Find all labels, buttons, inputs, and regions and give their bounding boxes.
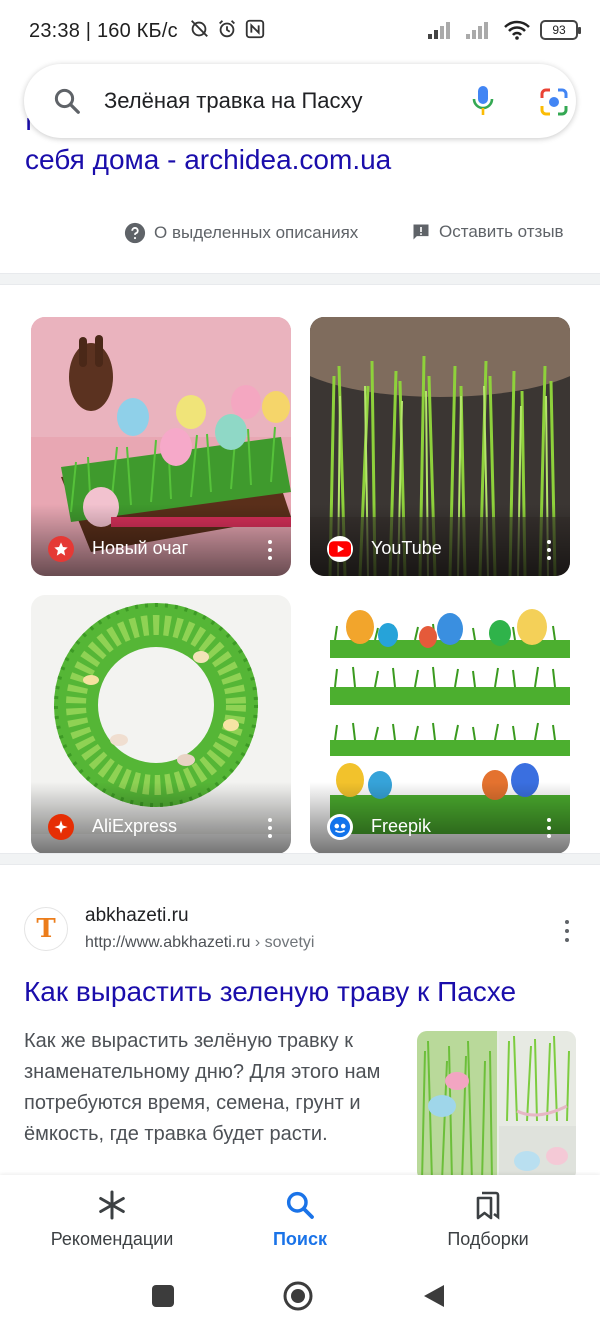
nav-recommendations-label: Рекомендации [50, 1229, 174, 1249]
home-icon[interactable] [282, 1280, 314, 1312]
status-icons-right: 93 [428, 20, 581, 40]
image-result-card[interactable]: Новый очаг [31, 317, 291, 576]
result-thumbnail[interactable] [417, 1031, 576, 1181]
image-source-label: Новый очаг [92, 538, 189, 558]
alarm-icon [219, 20, 235, 38]
section-divider [0, 853, 600, 865]
result-url[interactable]: http://www.abkhazeti.ru › sovetyi [85, 934, 314, 952]
search-input[interactable]: Зелёная травка на Пасху [104, 88, 363, 114]
more-options-icon[interactable] [546, 540, 552, 560]
more-options-icon[interactable] [267, 540, 273, 560]
feedback-icon [413, 224, 429, 240]
grass-eggs-thumbnail-image [417, 1031, 576, 1181]
recent-apps-icon[interactable] [151, 1284, 175, 1308]
help-icon [124, 222, 146, 244]
status-time: 23:38 | 160 КБ/с [29, 20, 178, 42]
alarm-off-icon [191, 20, 208, 37]
bottom-navigation: Рекомендации Поиск Подборки [0, 1175, 600, 1261]
about-featured-snippets-label: О выделенных описаниях [154, 223, 359, 242]
system-navigation-bar [0, 1261, 600, 1332]
search-icon [286, 1191, 314, 1219]
image-source-label: YouTube [371, 538, 442, 558]
image-result-card[interactable]: YouTube [310, 317, 570, 576]
more-options-icon[interactable] [546, 818, 552, 838]
signal-icon-2 [466, 22, 488, 39]
image-source-label: AliExpress [92, 816, 178, 836]
site-logo[interactable]: T [24, 907, 68, 951]
freepik-icon [327, 814, 353, 840]
result-url-domain: http://www.abkhazeti.ru [85, 934, 251, 951]
site-logo-letter: T [36, 914, 56, 944]
image-source-label: Freepik [371, 816, 432, 836]
result-site-name[interactable]: abkhazeti.ru [85, 905, 189, 927]
wifi-icon [504, 20, 530, 40]
collections-icon [476, 1191, 500, 1220]
leave-feedback-label: Оставить отзыв [439, 222, 564, 241]
result-title-link[interactable]: Как вырастить зеленую траву к Пасхе [24, 976, 516, 1008]
status-icons-left [188, 18, 266, 40]
status-bar: 23:38 | 160 КБ/с 93 [0, 0, 600, 62]
nav-recommendations[interactable]: Рекомендации [12, 1175, 212, 1261]
back-icon[interactable] [422, 1283, 446, 1309]
nav-collections[interactable]: Подборки [388, 1175, 588, 1261]
nfc-icon [245, 19, 265, 39]
nav-collections-label: Подборки [447, 1229, 529, 1249]
star-badge-icon [48, 536, 74, 562]
camera-lens-icon[interactable] [538, 86, 570, 118]
result-url-breadcrumb: › sovetyi [250, 934, 315, 951]
asterisk-icon [99, 1190, 125, 1220]
signal-icon [428, 22, 450, 39]
search-icon[interactable] [52, 86, 82, 116]
previous-result-title-line2[interactable]: себя дома - archidea.com.ua [25, 142, 575, 178]
image-result-card[interactable]: Freepik [310, 595, 570, 854]
about-featured-snippets-link[interactable]: О выделенных описаниях [124, 222, 358, 244]
leave-feedback-link[interactable]: Оставить отзыв [411, 222, 564, 242]
search-bar[interactable]: Зелёная травка на Пасху [24, 64, 576, 138]
result-snippet: Как же вырастить зелёную травку к знамен… [24, 1030, 381, 1145]
battery-indicator: 93 [540, 20, 581, 40]
more-options-icon[interactable] [267, 818, 273, 838]
featured-snippet-feedback-row: О выделенных описаниях Оставить отзыв [0, 222, 600, 252]
image-result-card[interactable]: AliExpress [31, 595, 291, 854]
mic-icon[interactable] [470, 84, 496, 118]
result-more-options-icon[interactable] [564, 920, 570, 942]
aliexpress-icon [48, 814, 74, 840]
youtube-play-icon [327, 536, 353, 562]
nav-search[interactable]: Поиск [200, 1175, 400, 1261]
section-divider [0, 273, 600, 285]
nav-search-label: Поиск [272, 1229, 328, 1249]
